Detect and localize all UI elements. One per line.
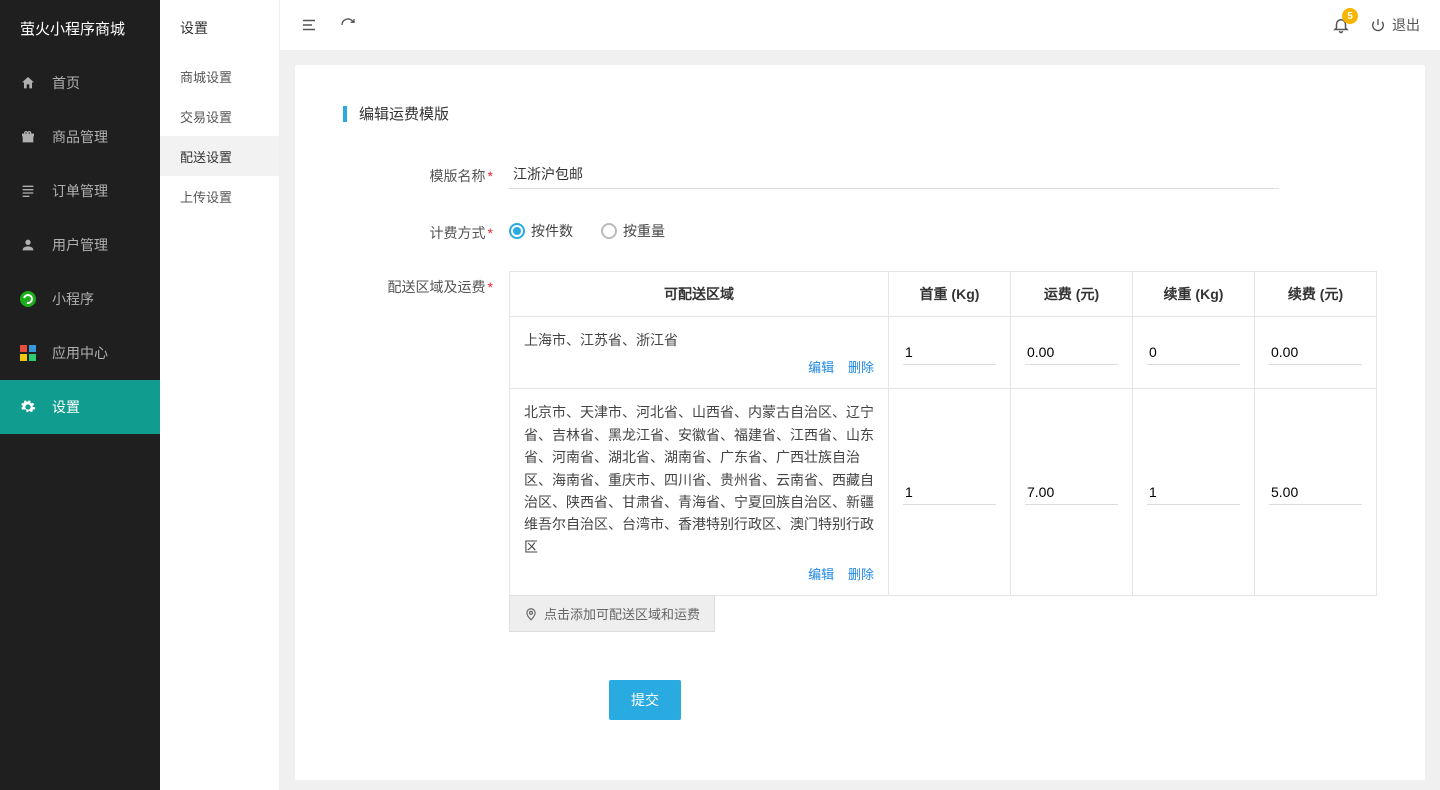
add-fee-input[interactable] — [1269, 340, 1362, 365]
edit-region-button[interactable]: 编辑 — [808, 567, 834, 582]
gift-icon — [20, 129, 36, 145]
nav-list: 首页 商品管理 订单管理 用户管理 小程序 应用中 — [0, 56, 160, 790]
sidebar-item-label: 用户管理 — [52, 235, 108, 255]
add-fee-input[interactable] — [1269, 480, 1362, 505]
th-add-fee: 续费 (元) — [1255, 272, 1377, 317]
add-weight-input[interactable] — [1147, 340, 1240, 365]
menu-collapse-icon — [300, 16, 318, 34]
notifications-button[interactable]: 5 — [1332, 16, 1350, 34]
subnav-item-store[interactable]: 商城设置 — [160, 56, 279, 96]
sidebar-item-label: 应用中心 — [52, 343, 108, 363]
th-first-weight: 首重 (Kg) — [889, 272, 1011, 317]
brand-title: 萤火小程序商城 — [0, 0, 160, 56]
th-first-fee: 运费 (元) — [1011, 272, 1133, 317]
add-region-button[interactable]: 点击添加可配送区域和运费 — [509, 595, 715, 632]
th-add-weight: 续重 (Kg) — [1133, 272, 1255, 317]
sidebar-item-label: 设置 — [52, 397, 80, 417]
collapse-sidebar-button[interactable] — [300, 16, 318, 34]
sidebar-item-products[interactable]: 商品管理 — [0, 110, 160, 164]
apps-icon — [20, 345, 36, 361]
radio-circle-icon — [601, 223, 617, 239]
subnav-header: 设置 — [160, 0, 279, 56]
th-region: 可配送区域 — [510, 272, 889, 317]
first-fee-input[interactable] — [1025, 480, 1118, 505]
location-icon — [524, 607, 538, 621]
shipping-table: 可配送区域 首重 (Kg) 运费 (元) 续重 (Kg) 续费 (元) — [509, 271, 1377, 596]
edit-region-button[interactable]: 编辑 — [808, 360, 834, 375]
sidebar-item-label: 订单管理 — [52, 181, 108, 201]
table-row: 上海市、江苏省、浙江省 编辑 删除 — [510, 317, 1377, 389]
home-icon — [20, 75, 36, 91]
first-weight-input[interactable] — [903, 340, 996, 365]
sidebar-item-users[interactable]: 用户管理 — [0, 218, 160, 272]
sidebar-main: 萤火小程序商城 首页 商品管理 订单管理 用户管理 小程序 — [0, 0, 160, 790]
radio-circle-icon — [509, 223, 525, 239]
sidebar-item-settings[interactable]: 设置 — [0, 380, 160, 434]
topbar: 5 退出 — [280, 0, 1440, 50]
notification-badge: 5 — [1342, 8, 1358, 24]
table-row: 北京市、天津市、河北省、山西省、内蒙古自治区、辽宁省、吉林省、黑龙江省、安徽省、… — [510, 389, 1377, 596]
sidebar-item-appcenter[interactable]: 应用中心 — [0, 326, 160, 380]
first-fee-input[interactable] — [1025, 340, 1118, 365]
refresh-button[interactable] — [340, 17, 356, 33]
label-template-name: 模版名称* — [343, 160, 509, 186]
template-name-input[interactable] — [509, 160, 1279, 189]
delete-region-button[interactable]: 删除 — [848, 360, 874, 375]
add-weight-input[interactable] — [1147, 480, 1240, 505]
list-icon — [20, 183, 36, 199]
sidebar-item-label: 小程序 — [52, 289, 94, 309]
region-text: 上海市、江苏省、浙江省 — [524, 329, 874, 351]
wechat-icon — [20, 291, 36, 307]
sidebar-item-orders[interactable]: 订单管理 — [0, 164, 160, 218]
sidebar-item-label: 商品管理 — [52, 127, 108, 147]
region-text: 北京市、天津市、河北省、山西省、内蒙古自治区、辽宁省、吉林省、黑龙江省、安徽省、… — [524, 401, 874, 558]
content: 编辑运费模版 模版名称* 计费方式* 按件数 — [280, 50, 1440, 790]
sidebar-item-label: 首页 — [52, 73, 80, 93]
radio-by-weight[interactable]: 按重量 — [601, 221, 665, 241]
user-icon — [20, 237, 36, 253]
gear-icon — [20, 399, 36, 415]
main: 5 退出 编辑运费模版 模版名称* 计费方式* — [280, 0, 1440, 790]
delete-region-button[interactable]: 删除 — [848, 567, 874, 582]
subnav-item-upload[interactable]: 上传设置 — [160, 176, 279, 216]
logout-label: 退出 — [1392, 15, 1420, 35]
sidebar-item-miniprogram[interactable]: 小程序 — [0, 272, 160, 326]
radio-by-count[interactable]: 按件数 — [509, 221, 573, 241]
label-billing: 计费方式* — [343, 217, 509, 243]
sidebar-sub: 设置 商城设置 交易设置 配送设置 上传设置 — [160, 0, 280, 790]
subnav-item-delivery[interactable]: 配送设置 — [160, 136, 279, 176]
label-shipping: 配送区域及运费* — [343, 271, 509, 297]
subnav-item-trade[interactable]: 交易设置 — [160, 96, 279, 136]
submit-button[interactable]: 提交 — [609, 680, 681, 720]
first-weight-input[interactable] — [903, 480, 996, 505]
refresh-icon — [340, 17, 356, 33]
page-title: 编辑运费模版 — [343, 103, 1377, 124]
sidebar-item-home[interactable]: 首页 — [0, 56, 160, 110]
card: 编辑运费模版 模版名称* 计费方式* 按件数 — [295, 65, 1425, 780]
radio-label: 按件数 — [531, 221, 573, 241]
power-icon — [1370, 17, 1386, 33]
add-region-label: 点击添加可配送区域和运费 — [544, 604, 700, 623]
logout-button[interactable]: 退出 — [1370, 15, 1420, 35]
radio-label: 按重量 — [623, 221, 665, 241]
